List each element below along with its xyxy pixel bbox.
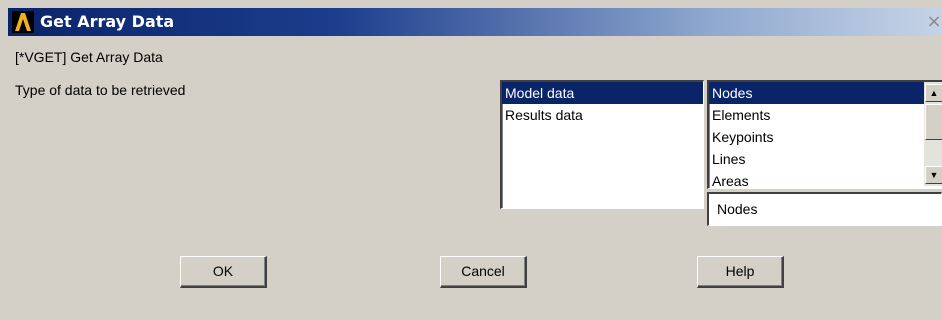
- help-button[interactable]: Help: [697, 256, 784, 288]
- list-item-nodes[interactable]: Nodes: [709, 82, 924, 104]
- ansys-logo-icon: [12, 11, 34, 33]
- data-category-list[interactable]: Model data Results data: [500, 80, 704, 209]
- title-bar[interactable]: Get Array Data ×: [8, 8, 942, 36]
- type-label: Type of data to be retrieved: [15, 82, 186, 98]
- list-item-keypoints[interactable]: Keypoints: [709, 126, 924, 148]
- scroll-down-icon[interactable]: ▼: [925, 166, 942, 184]
- selection-field[interactable]: Nodes: [707, 192, 942, 226]
- command-label: [*VGET] Get Array Data: [15, 49, 163, 65]
- cancel-button[interactable]: Cancel: [440, 256, 527, 288]
- close-icon[interactable]: ×: [926, 12, 942, 32]
- window-title: Get Array Data: [40, 12, 175, 31]
- list-item-lines[interactable]: Lines: [709, 148, 924, 170]
- get-array-data-dialog: Get Array Data × [*VGET] Get Array Data …: [0, 0, 942, 320]
- scroll-thumb[interactable]: [925, 104, 942, 140]
- entity-list[interactable]: Nodes Elements Keypoints Lines Areas ▲ ▼: [707, 80, 942, 189]
- list-item-model-data[interactable]: Model data: [502, 82, 703, 104]
- ok-button[interactable]: OK: [180, 256, 267, 288]
- scroll-up-icon[interactable]: ▲: [925, 84, 942, 102]
- entity-list-scrollbar[interactable]: ▲ ▼: [924, 82, 942, 186]
- list-item-results-data[interactable]: Results data: [502, 104, 703, 126]
- list-item-elements[interactable]: Elements: [709, 104, 924, 126]
- list-item-areas[interactable]: Areas: [709, 170, 924, 192]
